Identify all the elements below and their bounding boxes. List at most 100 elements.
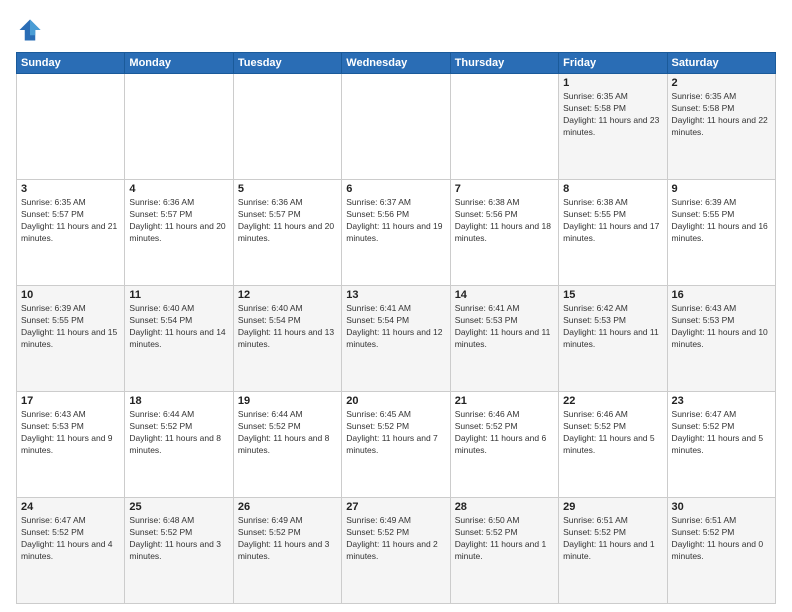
logo-icon [16,16,44,44]
day-number: 28 [455,501,554,513]
day-info: Sunrise: 6:46 AMSunset: 5:52 PMDaylight:… [455,409,554,457]
weekday-header-sunday: Sunday [17,53,125,74]
weekday-header-saturday: Saturday [667,53,775,74]
calendar-cell-3-3: 20 Sunrise: 6:45 AMSunset: 5:52 PMDayligh… [342,392,450,498]
day-number: 27 [346,501,445,513]
calendar-cell-0-4 [450,74,558,180]
calendar-cell-1-0: 3 Sunrise: 6:35 AMSunset: 5:57 PMDaylight… [17,180,125,286]
calendar-cell-4-1: 25 Sunrise: 6:48 AMSunset: 5:52 PMDayligh… [125,498,233,604]
calendar-cell-2-5: 15 Sunrise: 6:42 AMSunset: 5:53 PMDayligh… [559,286,667,392]
weekday-header-friday: Friday [559,53,667,74]
calendar-cell-1-4: 7Sunrise: 6:38 AMSunset: 5:56 PMDaylight… [450,180,558,286]
weekday-header-thursday: Thursday [450,53,558,74]
day-number: 9 [672,183,771,195]
day-number: 12 [238,289,337,301]
day-number: 10 [21,289,120,301]
day-number: 18 [129,395,228,407]
calendar-cell-2-3: 13 Sunrise: 6:41 AMSunset: 5:54 PMDayligh… [342,286,450,392]
day-number: 20 [346,395,445,407]
calendar-cell-0-6: 2Sunrise: 6:35 AMSunset: 5:58 PMDaylight… [667,74,775,180]
calendar-cell-1-3: 6 Sunrise: 6:37 AMSunset: 5:56 PMDaylight… [342,180,450,286]
calendar-cell-4-2: 26 Sunrise: 6:49 AMSunset: 5:52 PMDayligh… [233,498,341,604]
calendar-cell-3-6: 23 Sunrise: 6:47 AMSunset: 5:52 PMDayligh… [667,392,775,498]
day-number: 8 [563,183,662,195]
calendar-cell-2-6: 16 Sunrise: 6:43 AMSunset: 5:53 PMDayligh… [667,286,775,392]
day-info: Sunrise: 6:39 AMSunset: 5:55 PMDaylight:… [672,197,771,245]
calendar-row-2: 10 Sunrise: 6:39 AMSunset: 5:55 PMDayligh… [17,286,776,392]
calendar-cell-4-4: 28 Sunrise: 6:50 AMSunset: 5:52 PMDayligh… [450,498,558,604]
day-info: Sunrise: 6:39 AMSunset: 5:55 PMDaylight:… [21,303,120,351]
day-info: Sunrise: 6:42 AMSunset: 5:53 PMDaylight:… [563,303,662,351]
day-info: Sunrise: 6:51 AMSunset: 5:52 PMDaylight:… [563,515,662,563]
day-number: 24 [21,501,120,513]
day-info: Sunrise: 6:36 AMSunset: 5:57 PMDaylight:… [129,197,228,245]
weekday-header-row: SundayMondayTuesdayWednesdayThursdayFrid… [17,53,776,74]
page: SundayMondayTuesdayWednesdayThursdayFrid… [0,0,792,612]
weekday-header-wednesday: Wednesday [342,53,450,74]
day-info: Sunrise: 6:43 AMSunset: 5:53 PMDaylight:… [672,303,771,351]
day-info: Sunrise: 6:49 AMSunset: 5:52 PMDaylight:… [346,515,445,563]
day-info: Sunrise: 6:40 AMSunset: 5:54 PMDaylight:… [238,303,337,351]
calendar-cell-3-2: 19Sunrise: 6:44 AMSunset: 5:52 PMDayligh… [233,392,341,498]
calendar-cell-0-3 [342,74,450,180]
calendar-cell-4-0: 24 Sunrise: 6:47 AMSunset: 5:52 PMDayligh… [17,498,125,604]
day-number: 7 [455,183,554,195]
calendar-cell-4-3: 27 Sunrise: 6:49 AMSunset: 5:52 PMDayligh… [342,498,450,604]
day-number: 16 [672,289,771,301]
day-number: 29 [563,501,662,513]
calendar-cell-2-2: 12 Sunrise: 6:40 AMSunset: 5:54 PMDayligh… [233,286,341,392]
calendar-cell-1-5: 8Sunrise: 6:38 AMSunset: 5:55 PMDaylight… [559,180,667,286]
day-info: Sunrise: 6:45 AMSunset: 5:52 PMDaylight:… [346,409,445,457]
day-number: 21 [455,395,554,407]
day-number: 14 [455,289,554,301]
calendar-cell-2-0: 10 Sunrise: 6:39 AMSunset: 5:55 PMDayligh… [17,286,125,392]
day-number: 15 [563,289,662,301]
calendar-cell-3-1: 18 Sunrise: 6:44 AMSunset: 5:52 PMDayligh… [125,392,233,498]
calendar-row-4: 24 Sunrise: 6:47 AMSunset: 5:52 PMDayligh… [17,498,776,604]
day-info: Sunrise: 6:40 AMSunset: 5:54 PMDaylight:… [129,303,228,351]
day-info: Sunrise: 6:47 AMSunset: 5:52 PMDaylight:… [672,409,771,457]
calendar-cell-4-6: 30Sunrise: 6:51 AMSunset: 5:52 PMDayligh… [667,498,775,604]
calendar-cell-2-1: 11Sunrise: 6:40 AMSunset: 5:54 PMDayligh… [125,286,233,392]
day-number: 25 [129,501,228,513]
calendar-cell-0-0 [17,74,125,180]
day-info: Sunrise: 6:35 AMSunset: 5:57 PMDaylight:… [21,197,120,245]
day-info: Sunrise: 6:37 AMSunset: 5:56 PMDaylight:… [346,197,445,245]
day-info: Sunrise: 6:35 AMSunset: 5:58 PMDaylight:… [563,91,662,139]
day-info: Sunrise: 6:41 AMSunset: 5:53 PMDaylight:… [455,303,554,351]
day-info: Sunrise: 6:41 AMSunset: 5:54 PMDaylight:… [346,303,445,351]
calendar: SundayMondayTuesdayWednesdayThursdayFrid… [16,52,776,604]
day-number: 17 [21,395,120,407]
day-number: 30 [672,501,771,513]
day-number: 13 [346,289,445,301]
calendar-cell-1-1: 4 Sunrise: 6:36 AMSunset: 5:57 PMDaylight… [125,180,233,286]
day-info: Sunrise: 6:46 AMSunset: 5:52 PMDaylight:… [563,409,662,457]
day-info: Sunrise: 6:50 AMSunset: 5:52 PMDaylight:… [455,515,554,563]
calendar-cell-0-5: 1 Sunrise: 6:35 AMSunset: 5:58 PMDaylight… [559,74,667,180]
day-number: 26 [238,501,337,513]
weekday-header-tuesday: Tuesday [233,53,341,74]
header [16,16,776,44]
logo [16,16,48,44]
day-number: 4 [129,183,228,195]
day-info: Sunrise: 6:49 AMSunset: 5:52 PMDaylight:… [238,515,337,563]
weekday-header-monday: Monday [125,53,233,74]
calendar-cell-1-6: 9 Sunrise: 6:39 AMSunset: 5:55 PMDaylight… [667,180,775,286]
calendar-row-0: 1 Sunrise: 6:35 AMSunset: 5:58 PMDaylight… [17,74,776,180]
calendar-cell-3-5: 22 Sunrise: 6:46 AMSunset: 5:52 PMDayligh… [559,392,667,498]
day-number: 23 [672,395,771,407]
calendar-cell-2-4: 14 Sunrise: 6:41 AMSunset: 5:53 PMDayligh… [450,286,558,392]
day-info: Sunrise: 6:47 AMSunset: 5:52 PMDaylight:… [21,515,120,563]
day-info: Sunrise: 6:36 AMSunset: 5:57 PMDaylight:… [238,197,337,245]
day-number: 19 [238,395,337,407]
day-number: 6 [346,183,445,195]
day-number: 1 [563,77,662,89]
day-number: 22 [563,395,662,407]
calendar-cell-0-2 [233,74,341,180]
day-number: 2 [672,77,771,89]
calendar-cell-3-4: 21 Sunrise: 6:46 AMSunset: 5:52 PMDayligh… [450,392,558,498]
day-info: Sunrise: 6:48 AMSunset: 5:52 PMDaylight:… [129,515,228,563]
day-number: 3 [21,183,120,195]
calendar-cell-4-5: 29 Sunrise: 6:51 AMSunset: 5:52 PMDayligh… [559,498,667,604]
day-info: Sunrise: 6:44 AMSunset: 5:52 PMDaylight:… [129,409,228,457]
